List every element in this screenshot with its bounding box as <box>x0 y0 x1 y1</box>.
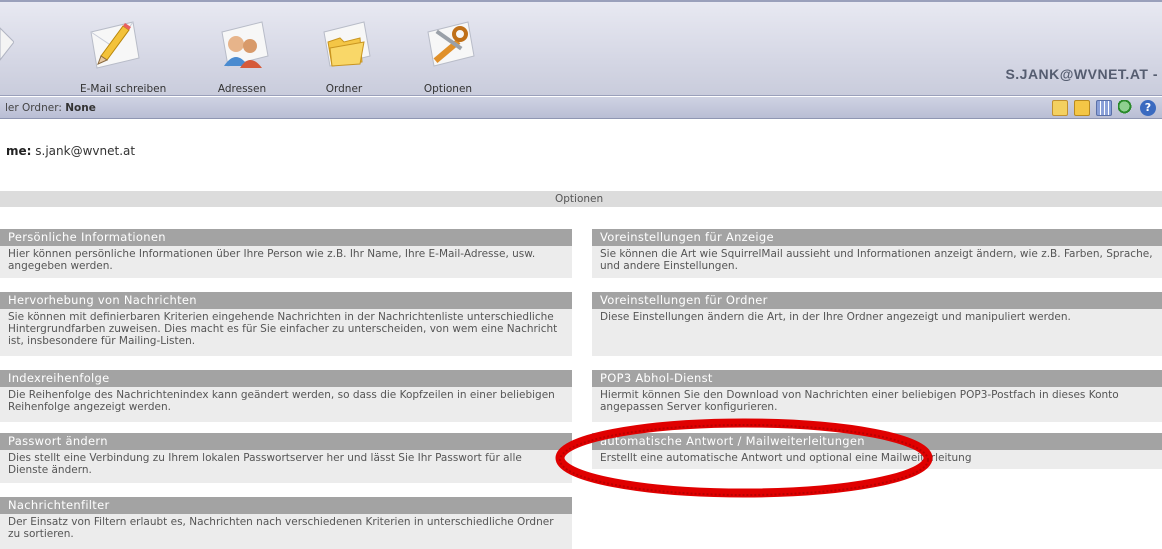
option-title[interactable]: Voreinstellungen für Anzeige <box>592 229 1162 246</box>
nav-folders-label: Ordner <box>325 83 363 95</box>
search-magnifier-icon[interactable] <box>1118 100 1134 116</box>
welcome-line: me: s.jank@wvnet.at <box>6 144 135 158</box>
note-icon[interactable] <box>1052 100 1068 116</box>
folderbar-tools: ? <box>1052 100 1156 116</box>
option-index-order[interactable]: Indexreihenfolge Die Reihenfolge des Nac… <box>0 370 572 422</box>
welcome-prefix: me: <box>6 144 32 158</box>
calendar-grid-icon[interactable] <box>1096 100 1112 116</box>
option-description: Hiermit können Sie den Download von Nach… <box>600 389 1119 413</box>
option-title[interactable]: automatische Antwort / Mailweiterleitung… <box>592 433 1162 450</box>
option-autoresponder-forwarding[interactable]: automatische Antwort / Mailweiterleitung… <box>592 433 1162 469</box>
option-title[interactable]: Passwort ändern <box>0 433 572 450</box>
folder-icon <box>323 21 371 67</box>
nav-addresses-label: Adressen <box>217 83 267 95</box>
top-toolbar: E-Mail schreiben Adressen Ordner Optione… <box>0 0 1162 96</box>
option-display-preferences[interactable]: Voreinstellungen für Anzeige Sie können … <box>592 229 1162 278</box>
option-title[interactable]: Hervorhebung von Nachrichten <box>0 292 572 309</box>
nav-addresses[interactable]: Adressen <box>212 16 272 95</box>
nav-options[interactable]: Optionen <box>418 16 478 95</box>
nav-options-label: Optionen <box>423 83 473 95</box>
option-title[interactable]: Indexreihenfolge <box>0 370 572 387</box>
option-message-filters[interactable]: Nachrichtenfilter Der Einsatz von Filter… <box>0 497 572 549</box>
option-description: Hier können persönliche Informationen üb… <box>8 248 536 272</box>
option-personal-info[interactable]: Persönliche Informationen Hier können pe… <box>0 229 572 278</box>
current-folder-value: None <box>65 102 96 114</box>
option-change-password[interactable]: Passwort ändern Dies stellt eine Verbind… <box>0 433 572 483</box>
option-message-highlighting[interactable]: Hervorhebung von Nachrichten Sie können … <box>0 292 572 356</box>
option-title[interactable]: Persönliche Informationen <box>0 229 572 246</box>
option-description: Diese Einstellungen ändern die Art, in d… <box>600 311 1071 323</box>
option-description: Erstellt eine automatische Antwort und o… <box>600 452 972 464</box>
option-title[interactable]: POP3 Abhol-Dienst <box>592 370 1162 387</box>
welcome-user: s.jank@wvnet.at <box>35 144 136 158</box>
current-folder-prefix: ler Ordner: <box>5 102 66 114</box>
option-description: Der Einsatz von Filtern erlaubt es, Nach… <box>8 516 554 540</box>
option-folder-preferences[interactable]: Voreinstellungen für Ordner Diese Einste… <box>592 292 1162 356</box>
option-pop3-fetch[interactable]: POP3 Abhol-Dienst Hiermit können Sie den… <box>592 370 1162 422</box>
envelope-icon-partial <box>0 27 14 61</box>
addressbook-icon <box>221 21 269 68</box>
options-header-title: Optionen <box>555 193 604 205</box>
option-description: Die Reihenfolge des Nachrichtenindex kan… <box>8 389 555 413</box>
options-tools-icon <box>427 21 475 67</box>
option-description: Dies stellt eine Verbindung zu Ihrem lok… <box>8 452 522 476</box>
nav-compose[interactable]: E-Mail schreiben <box>60 16 166 95</box>
folder-star-icon[interactable] <box>1074 100 1090 116</box>
compose-pencil-icon <box>90 21 140 69</box>
nav-compose-label: E-Mail schreiben <box>80 83 167 95</box>
option-title[interactable]: Voreinstellungen für Ordner <box>592 292 1162 309</box>
option-title[interactable]: Nachrichtenfilter <box>0 497 572 514</box>
option-description: Sie können mit definierbaren Kriterien e… <box>8 311 558 347</box>
options-header: Optionen <box>0 191 1162 207</box>
current-folder-label: ler Ordner: None <box>5 102 96 114</box>
nav-folders[interactable]: Ordner <box>314 16 374 95</box>
option-description: Sie können die Art wie SquirrelMail auss… <box>600 248 1153 272</box>
user-email-display: S.JANK@WVNET.AT - <box>1005 66 1158 82</box>
help-icon[interactable]: ? <box>1140 100 1156 116</box>
folder-bar: ler Ordner: None ? <box>0 97 1162 119</box>
